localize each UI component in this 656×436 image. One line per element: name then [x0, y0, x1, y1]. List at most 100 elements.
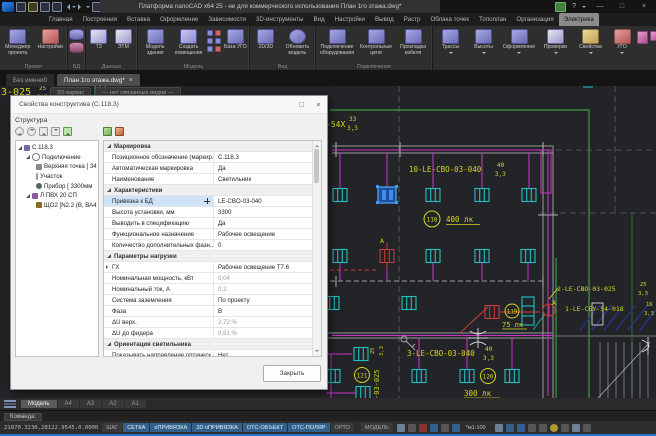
tab-nastroyki[interactable]: Настройки: [330, 13, 370, 26]
property-row[interactable]: Наименование Светильник: [104, 174, 321, 185]
lightbulb-icon[interactable]: [407, 423, 416, 432]
open-file-icon[interactable]: [28, 1, 38, 12]
tab-topoplan[interactable]: Топоплан: [474, 13, 511, 26]
close-button[interactable]: ×: [636, 3, 652, 10]
scrollbar-thumb[interactable]: [314, 149, 319, 183]
zoom-icon[interactable]: [505, 423, 514, 432]
doc-tab-unnamed[interactable]: Без имени0: [6, 74, 54, 86]
trassy-button[interactable]: Трассы: [434, 28, 467, 57]
annotation-scale[interactable]: *м1:100: [466, 425, 486, 431]
collapse-all-icon[interactable]: [27, 127, 36, 136]
tab-close-icon[interactable]: ×: [129, 77, 133, 84]
level-tool-icon[interactable]: [214, 38, 221, 44]
toggle-model-space[interactable]: МОДЕЛЬ: [360, 423, 393, 432]
layout-menu-icon[interactable]: [4, 400, 16, 408]
tab-postroeniya[interactable]: Построения: [78, 13, 122, 26]
property-group[interactable]: Параметры нагрузки: [104, 251, 321, 262]
building-model-button[interactable]: Модель здания: [139, 28, 171, 57]
symbol-preview-icon[interactable]: [650, 31, 656, 41]
property-row[interactable]: ΔU верх. 2,72 %: [104, 317, 321, 328]
toggle-grid[interactable]: СЕТКА: [123, 423, 150, 432]
layout-tab-a3[interactable]: А3: [79, 400, 102, 408]
settings-button[interactable]: Настройки: [34, 28, 66, 52]
svoystva-button[interactable]: Свойства: [573, 28, 608, 57]
toggle-otrack[interactable]: ОТС-ОБЪЕКТ: [242, 423, 288, 432]
riser-tool-icon[interactable]: [214, 46, 221, 52]
text-tool-icon[interactable]: [206, 38, 213, 44]
tab-organizatsiya[interactable]: Организация: [511, 13, 558, 26]
zoom-window-icon[interactable]: [527, 423, 536, 432]
tz-button[interactable]: ТЗ: [87, 28, 111, 52]
pan-hand-icon[interactable]: [494, 423, 503, 432]
zone-tool-icon[interactable]: [206, 46, 213, 52]
notebook-icon[interactable]: [571, 423, 580, 432]
tab-glavnaya[interactable]: Главная: [44, 13, 78, 26]
save-all-icon[interactable]: [52, 1, 62, 12]
tab-zavisimosti[interactable]: Зависимости: [203, 13, 251, 26]
license-icon[interactable]: [555, 1, 567, 12]
vysoty-button[interactable]: Высоты: [467, 28, 500, 57]
tree-item[interactable]: Участок: [18, 172, 98, 182]
proverki-button[interactable]: Проверки: [538, 28, 573, 57]
property-group[interactable]: Маркировка: [104, 141, 321, 152]
tab-oblaka-tochek[interactable]: Облака точек: [425, 13, 474, 26]
table-icon[interactable]: [440, 423, 449, 432]
ugo-button[interactable]: УГО: [608, 28, 636, 57]
tab-vyvod[interactable]: Вывод: [370, 13, 399, 26]
property-row[interactable]: Показывать направление оптическ... Нет: [104, 350, 321, 356]
select-mode-icon[interactable]: [429, 423, 438, 432]
2d3d-button[interactable]: 2D/3D: [251, 28, 281, 52]
layout-tab-a1[interactable]: А1: [124, 400, 146, 408]
selected-luminaire[interactable]: [376, 185, 398, 204]
dialog-close-button[interactable]: ×: [310, 100, 327, 109]
tree-item[interactable]: С.118.3: [18, 143, 98, 153]
property-row[interactable]: Количество дополнительных фазн... 0: [104, 240, 321, 251]
expand-all-icon[interactable]: [15, 127, 24, 136]
property-row[interactable]: Номинальный ток, А 0,2: [104, 284, 321, 295]
corner-tool-icon[interactable]: [206, 30, 213, 36]
maximize-button[interactable]: □: [614, 3, 630, 10]
property-row[interactable]: Система заземления По проекту: [104, 295, 321, 306]
pick-on-drawing-icon[interactable]: [63, 127, 72, 136]
tree-item[interactable]: Подключение: [18, 153, 98, 163]
property-row[interactable]: Выводить в спецификацию Да: [104, 218, 321, 229]
tree-item[interactable]: Прибор [ 3300мм: [18, 181, 98, 191]
control-circuits-button[interactable]: Контрольные цепи: [357, 28, 395, 57]
alphabetical-view-icon[interactable]: [115, 127, 124, 136]
property-row[interactable]: Фаза B: [104, 306, 321, 317]
marker-tool-icon[interactable]: [214, 30, 221, 36]
layout-tab-model[interactable]: Модель: [21, 400, 57, 408]
toggle-ortho[interactable]: ОРТО: [330, 423, 354, 432]
structure-tree[interactable]: С.118.3 Подключение Верхняя точка [ 34 У…: [15, 140, 99, 357]
toggle-snap[interactable]: ШАГ: [102, 423, 123, 432]
save-icon[interactable]: [40, 1, 50, 12]
create-rooms-button[interactable]: Создать помещения: [171, 28, 205, 57]
toggle-3d-osnap[interactable]: 3D оПРИВЯЗКА: [192, 423, 242, 432]
help-dropdown-icon[interactable]: [582, 6, 586, 10]
layout-tab-a2[interactable]: А2: [102, 400, 124, 408]
tree-item[interactable]: ЩО2 [N2.2 (В, ВА4: [18, 201, 98, 211]
screen-area-icon[interactable]: [516, 423, 525, 432]
redo-icon[interactable]: [78, 3, 84, 10]
project-manager-button[interactable]: Менеджер проекта: [1, 28, 34, 57]
property-row[interactable]: ΔU до фидера 0,61 %: [104, 328, 321, 339]
dialog-title-bar[interactable]: Свойства конструктива (С.118.3) □ ×: [11, 96, 327, 114]
new-file-icon[interactable]: [16, 1, 26, 12]
connect-equipment-button[interactable]: Подключение оборудования: [317, 28, 357, 57]
minimize-button[interactable]: —: [592, 3, 608, 10]
toggle-polar[interactable]: ОТС-ПОЛЯР: [288, 423, 330, 432]
fullscreen-icon[interactable]: [582, 423, 591, 432]
property-grid[interactable]: Маркировка Позиционное обозначение (марк…: [103, 140, 322, 357]
dialog-close-action-button[interactable]: Закрыть: [263, 365, 321, 382]
database-icon[interactable]: [69, 29, 84, 40]
tab-oformlenie[interactable]: Оформление: [155, 13, 203, 26]
full-circle-view-icon[interactable]: [549, 423, 558, 432]
move-view-icon[interactable]: [538, 423, 547, 432]
move-up-icon[interactable]: [39, 127, 48, 136]
dialog-maximize-button[interactable]: □: [293, 100, 310, 109]
selection-cursor-icon[interactable]: [396, 423, 405, 432]
tab-elektrika[interactable]: Электрика: [558, 13, 599, 26]
cable-routing-button[interactable]: Прокладка кабеля: [395, 28, 431, 57]
tree-item[interactable]: Верхняя точка [ 34: [18, 162, 98, 172]
redo-dropdown-icon[interactable]: [86, 6, 90, 10]
